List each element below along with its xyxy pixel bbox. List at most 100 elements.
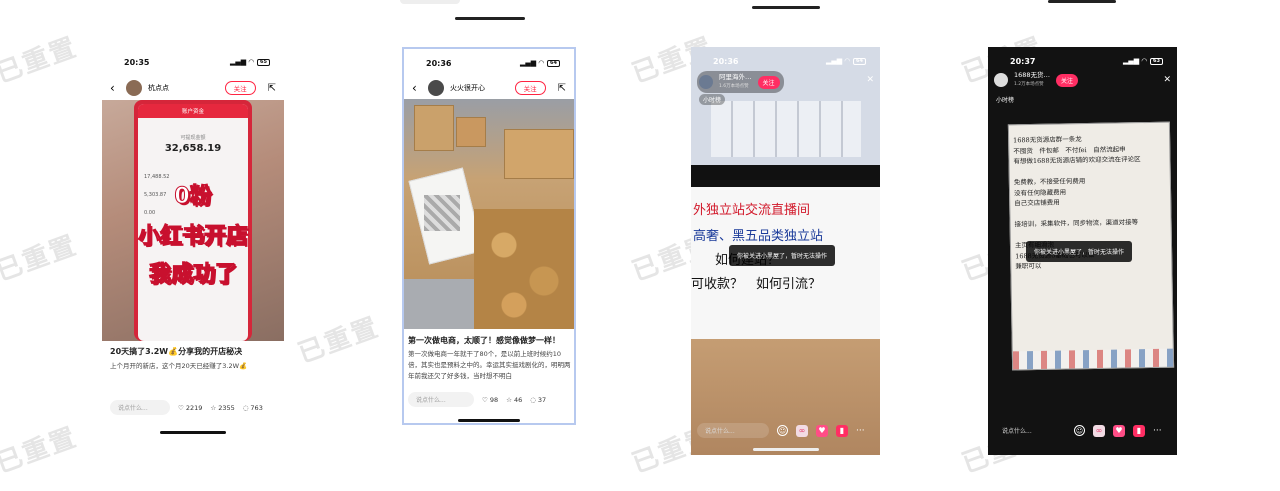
home-indicator — [753, 448, 819, 451]
phone-screen-3: 外独立站交流直播间 高奢、黑五品类独立站 如何建站？ 可收款？ 如何引流？ 20… — [691, 47, 880, 455]
box-photo — [414, 105, 454, 151]
emoji-icon[interactable]: ☺ — [1074, 425, 1085, 436]
close-icon[interactable]: ✕ — [1163, 75, 1171, 85]
top-indicator — [752, 6, 820, 9]
follow-button[interactable]: 关注 — [514, 81, 546, 95]
comment-icon: ◌ — [242, 403, 249, 412]
like-button[interactable]: ♡ 98 — [482, 396, 498, 404]
signal-icons: ▂▄▆ ◠ 63 — [1123, 57, 1163, 65]
follow-button[interactable]: 关注 — [757, 75, 780, 89]
top-indicator — [1048, 0, 1116, 3]
screenshot-canvas: 已重置 已重置 已重置 已重置 已重置 已重置 已重置 已重置 已重置 已重置 … — [0, 0, 1280, 491]
banner-line-1: 外独立站交流直播间 — [693, 203, 811, 218]
monitor-bezel — [691, 165, 880, 187]
mosaic-block — [424, 195, 460, 231]
gift-icon[interactable]: ♥ — [1113, 424, 1125, 437]
overlay-line-1: 0粉 — [174, 184, 212, 210]
link-icon[interactable]: ∞ — [796, 424, 808, 437]
comment-input[interactable]: 说点什么... — [994, 423, 1066, 438]
note-image[interactable]: 账户资金 可提现金额 32,658.19 17,488.52 5,303.87 … — [102, 100, 284, 341]
clock: 20:36 — [713, 56, 739, 66]
comment-button[interactable]: ◌ 37 — [530, 396, 546, 404]
phone-screen-4: 1688无货源店群一条龙 不囤货 件包邮 不付fei 自然流起申 有想做1688无货… — [988, 47, 1177, 455]
star-icon: ☆ — [506, 395, 512, 404]
status-bar: 20:36 ▂▄▆ ◠ 64 — [404, 53, 574, 73]
live-toolbar: 说点什么... ☺ ∞ ♥ ▮ ··· — [697, 423, 865, 438]
comment-input[interactable]: 说点什么... — [697, 423, 769, 438]
note-image[interactable] — [404, 99, 574, 329]
comment-input[interactable]: 说点什么... — [110, 400, 170, 415]
battery-icon: 64 — [853, 57, 866, 65]
follow-button[interactable]: 关注 — [1056, 73, 1079, 87]
bag-icon[interactable]: ▮ — [836, 424, 848, 437]
author-name[interactable]: 火火很开心 — [450, 83, 485, 93]
host-card[interactable]: 1688无货… 1.2万本场点赞 关注 — [994, 71, 1079, 89]
close-icon[interactable]: ✕ — [866, 75, 874, 85]
like-count: 98 — [489, 395, 499, 404]
share-icon[interactable]: ⇱ — [558, 83, 566, 94]
comment-input[interactable]: 说点什么... — [408, 392, 474, 407]
author-name[interactable]: 杭点点 — [148, 83, 169, 93]
note-desc[interactable]: 第一次做电商一年就干了80个，是以前上班时候约10倍，其实也是预料之中的。幸运其… — [408, 349, 572, 383]
watermark: 已重置 — [294, 312, 384, 370]
collect-button[interactable]: ☆ 46 — [506, 396, 522, 404]
taskbar — [1012, 348, 1174, 370]
star-icon: ☆ — [210, 403, 217, 412]
collect-count: 46 — [513, 395, 523, 404]
emoji-icon[interactable]: ☺ — [777, 425, 788, 436]
comment-button[interactable]: ◌ 763 — [243, 404, 263, 412]
rank-tag[interactable]: 小时榜 — [996, 95, 1014, 104]
link-icon[interactable]: ∞ — [1093, 424, 1105, 437]
live-toolbar: 说点什么... ☺ ∞ ♥ ▮ ··· — [994, 423, 1162, 438]
collect-button[interactable]: ☆ 2355 — [210, 404, 234, 412]
status-bar: 20:35 ▂▄▆ ◠ 65 — [102, 52, 284, 72]
desktop-grid — [711, 101, 861, 157]
avatar[interactable] — [428, 80, 444, 96]
status-bar: 20:37 ▂▄▆ ◠ 63 — [988, 51, 1177, 71]
action-bar: 说点什么... ♡ 2219 ☆ 2355 ◌ 763 — [110, 400, 263, 415]
battery-icon: 64 — [547, 59, 560, 67]
clock: 20:35 — [124, 57, 150, 67]
bag-icon[interactable]: ▮ — [1133, 424, 1145, 437]
banner-line-2: 高奢、黑五品类独立站 — [693, 229, 824, 244]
signal-icons: ▂▄▆ ◠ 65 — [230, 58, 270, 66]
host-card[interactable]: 阿里海外… 1.6万本场点赞 关注 — [697, 71, 784, 93]
back-icon[interactable]: ‹ — [110, 81, 120, 95]
comment-icon: ◌ — [530, 395, 536, 404]
like-button[interactable]: ♡ 2219 — [178, 404, 202, 412]
host-likes: 1.6万本场点赞 — [719, 84, 749, 89]
home-indicator — [160, 431, 226, 434]
watermark: 已重置 — [0, 230, 82, 288]
rank-tag[interactable]: 小时榜 — [699, 94, 726, 105]
note-header: ‹ 杭点点 关注 ⇱ — [102, 76, 284, 100]
balance-caption: 可提现金额 — [180, 135, 206, 141]
share-icon[interactable]: ⇱ — [268, 83, 276, 94]
overlay-line-3: 我成功了 — [148, 262, 237, 288]
more-icon[interactable]: ··· — [856, 426, 865, 436]
wallet-header: 账户资金 — [138, 104, 248, 118]
note-title[interactable]: 20天搞了3.2W💰分享我的开店秘决 — [110, 346, 242, 357]
box-photo — [504, 129, 574, 179]
note-title[interactable]: 第一次做电商，太顺了！感觉像做梦一样！ — [408, 335, 560, 346]
note-header: ‹ 火火很开心 关注 ⇱ — [404, 76, 574, 100]
balance-amount: 32,658.19 — [164, 143, 222, 154]
phone-screen-2: 20:36 ▂▄▆ ◠ 64 ‹ 火火很开心 关注 ⇱ 第一次做电商，太顺了！感… — [402, 47, 576, 425]
heart-icon: ♡ — [482, 395, 488, 404]
host-name: 1688无货… — [1014, 71, 1051, 79]
home-indicator — [458, 419, 520, 422]
phone-screen-1: 20:35 ▂▄▆ ◠ 65 ‹ 杭点点 关注 ⇱ 账户资金 可提现金额 32,… — [102, 50, 284, 440]
boxes-pile — [474, 209, 574, 329]
collect-count: 2355 — [218, 403, 235, 412]
gift-icon[interactable]: ♥ — [816, 424, 828, 437]
battery-icon: 63 — [1150, 57, 1163, 65]
note-desc[interactable]: 上个月开的新店，这个月20天已经赚了3.2W💰 — [110, 361, 278, 372]
back-icon[interactable]: ‹ — [412, 81, 422, 95]
heart-icon: ♡ — [178, 403, 184, 412]
follow-button[interactable]: 关注 — [224, 81, 256, 95]
top-indicator — [455, 17, 525, 20]
avatar[interactable] — [126, 80, 142, 96]
host-name: 阿里海外… — [719, 73, 752, 81]
action-bar: 说点什么... ♡ 98 ☆ 46 ◌ 37 — [408, 392, 546, 407]
more-icon[interactable]: ··· — [1153, 426, 1162, 436]
box-photo — [456, 117, 486, 147]
